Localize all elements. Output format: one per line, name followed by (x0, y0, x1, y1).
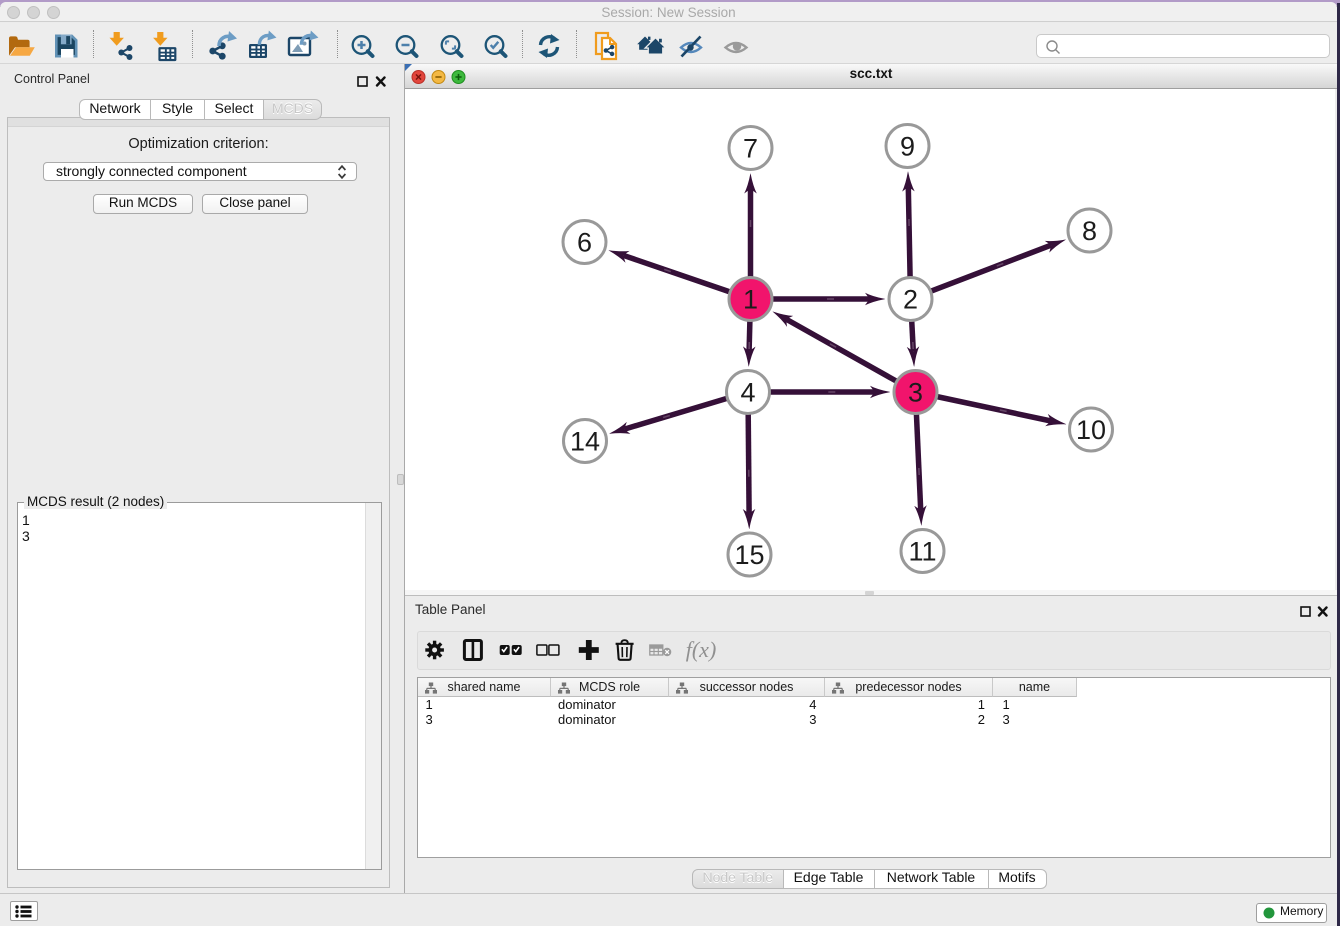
svg-text:15: 15 (734, 540, 764, 570)
svg-text:8: 8 (1082, 216, 1097, 246)
svg-text:3: 3 (908, 378, 923, 408)
svg-text:4: 4 (740, 378, 755, 408)
svg-text:1: 1 (743, 285, 758, 315)
svg-text:11: 11 (908, 537, 936, 567)
svg-text:7: 7 (743, 134, 758, 164)
svg-text:f(x): f(x) (686, 637, 717, 662)
svg-text:2: 2 (903, 285, 918, 315)
svg-text:10: 10 (1076, 415, 1106, 445)
svg-text:14: 14 (570, 427, 600, 457)
svg-text:9: 9 (900, 132, 915, 162)
svg-text:6: 6 (577, 228, 592, 258)
